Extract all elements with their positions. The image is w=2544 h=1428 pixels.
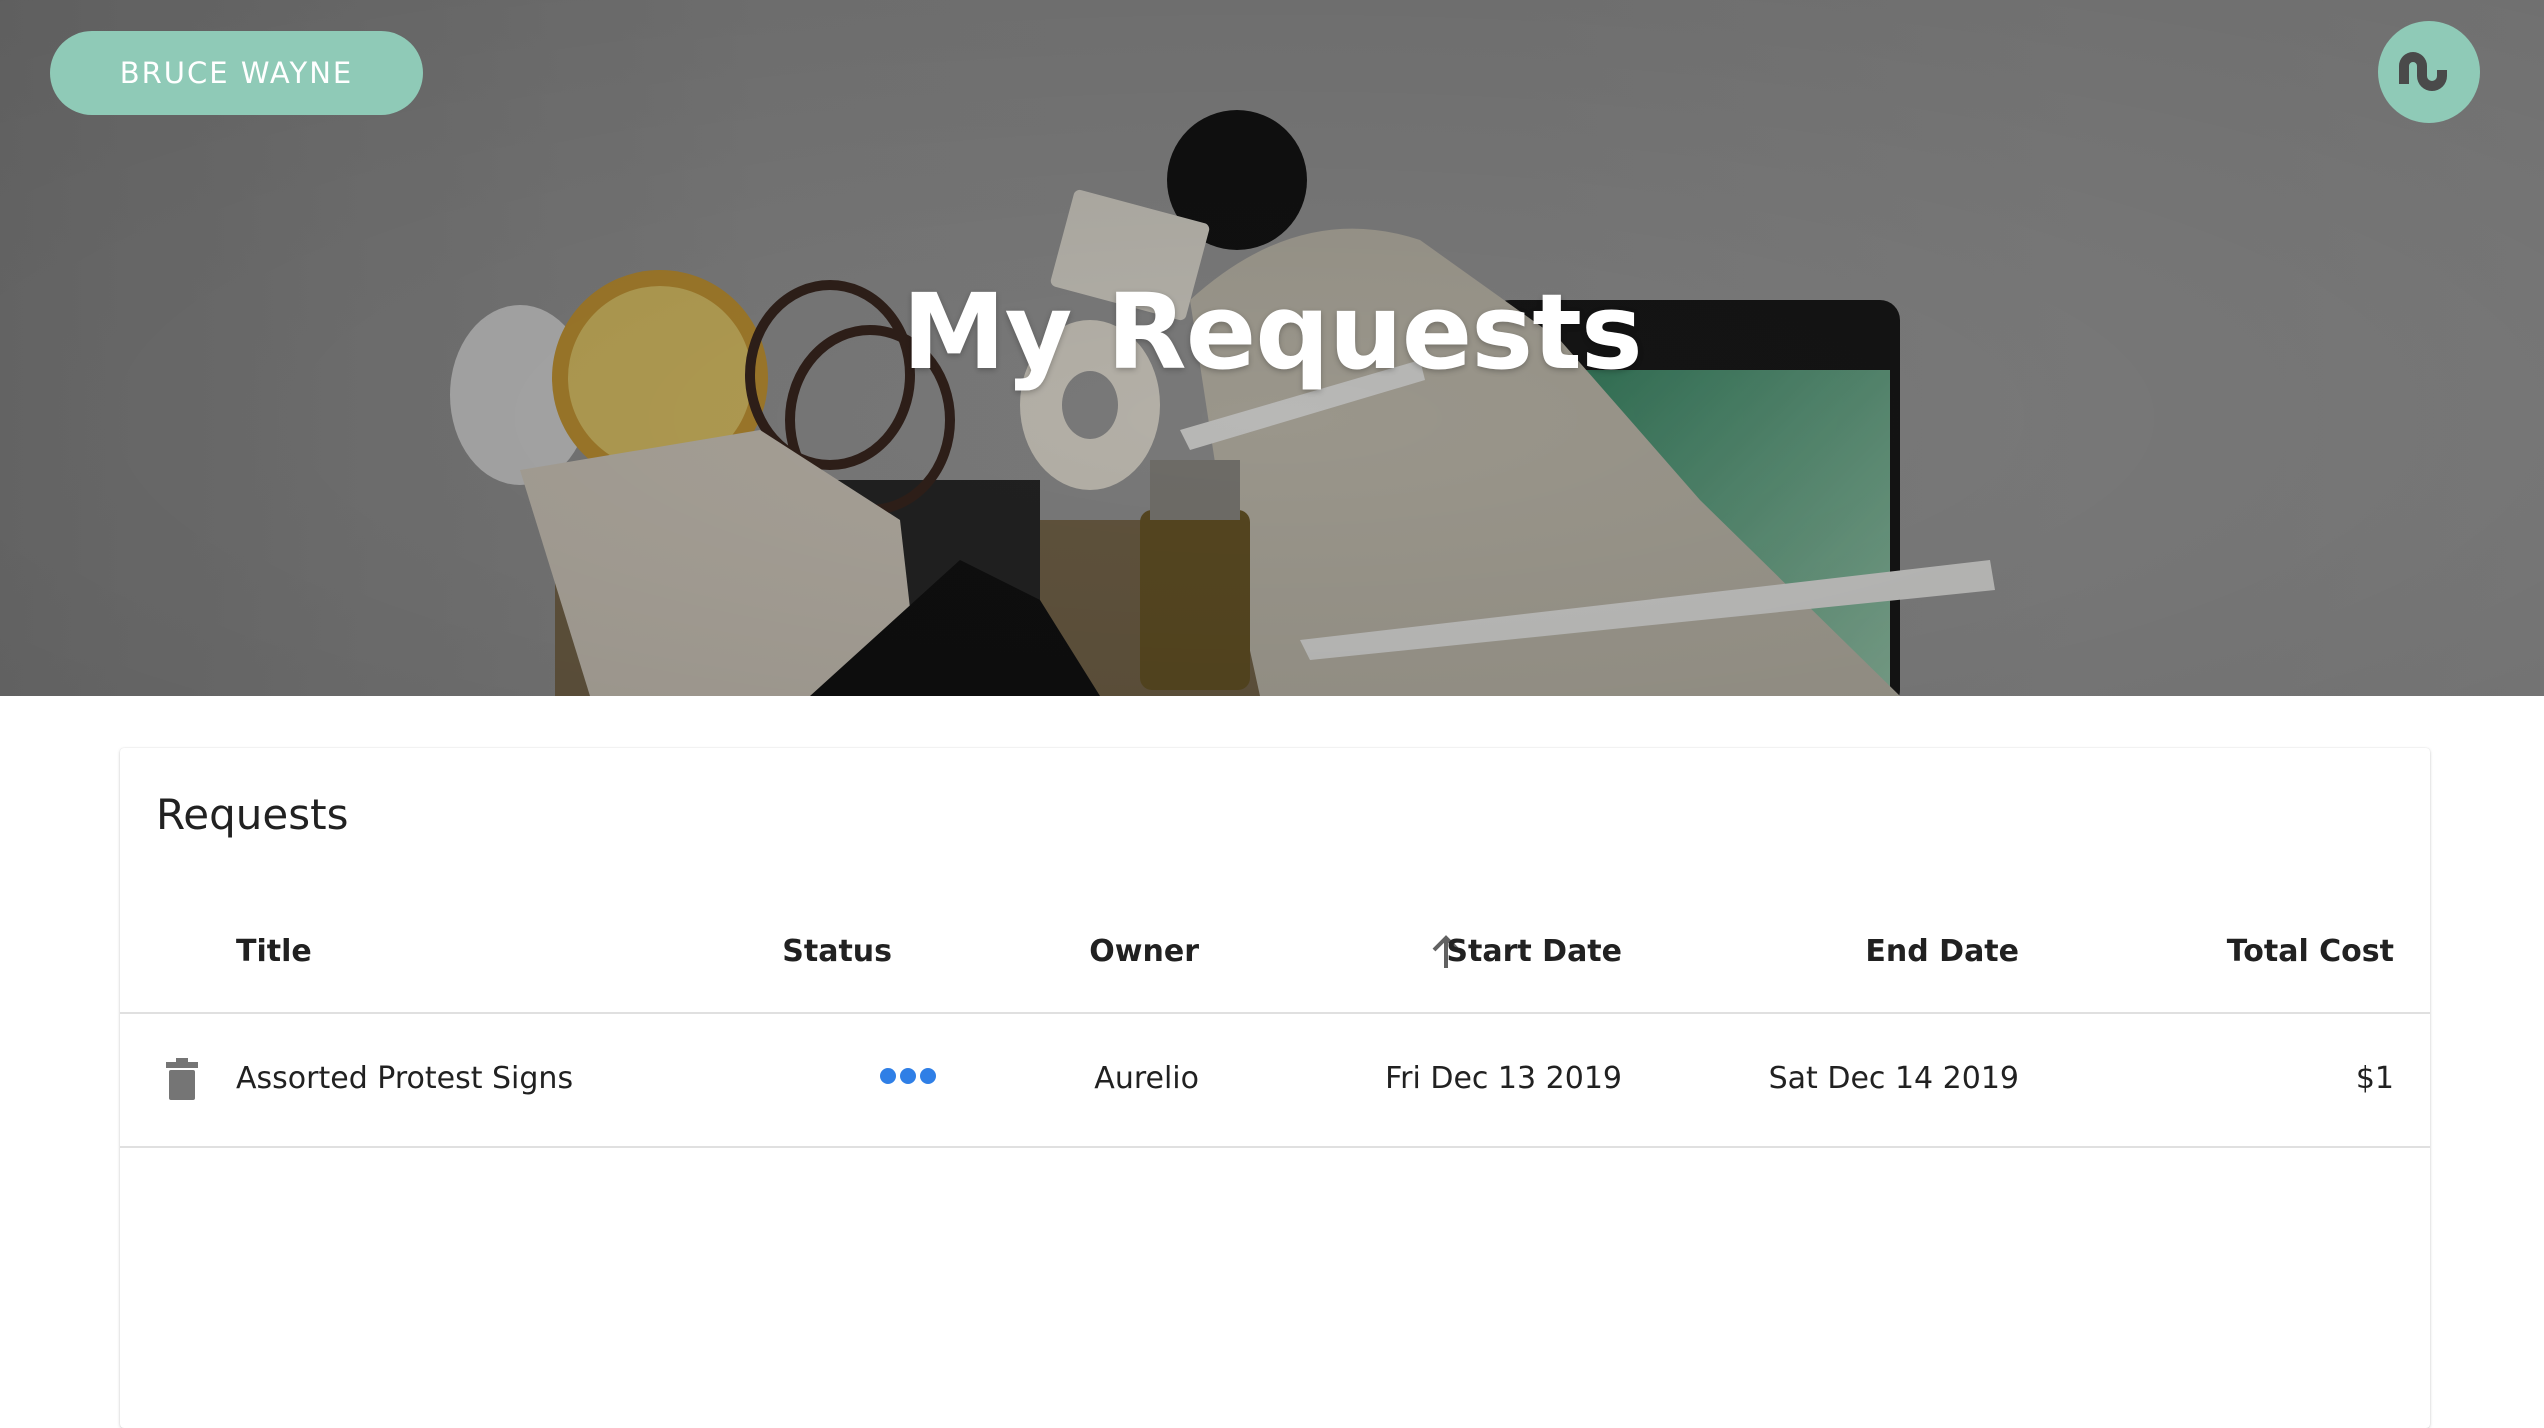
status-dot: [920, 1068, 936, 1084]
stumbleupon-icon[interactable]: [2378, 21, 2480, 123]
request-title[interactable]: Assorted Protest Signs: [236, 1061, 573, 1096]
status-dot: [900, 1068, 916, 1084]
request-start-date: Fri Dec 13 2019: [1385, 1061, 1622, 1096]
row-divider: [120, 1146, 2430, 1148]
hero-banner: My Requests BRUCE WAYNE: [0, 0, 2544, 696]
request-total-cost: $1: [2355, 1061, 2394, 1096]
card-title: Requests: [156, 790, 349, 839]
column-header-status[interactable]: Status: [782, 934, 892, 969]
column-header-end-date[interactable]: End Date: [1865, 934, 2019, 969]
requests-card: Requests Title Status Owner Start Date E…: [120, 748, 2430, 1428]
pending-dots-icon: [880, 1066, 936, 1086]
stumbleupon-logo-glyph: [2399, 52, 2447, 91]
column-header-owner[interactable]: Owner: [1089, 934, 1199, 969]
header-divider: [120, 1012, 2430, 1014]
request-end-date: Sat Dec 14 2019: [1768, 1061, 2019, 1096]
column-header-start-date[interactable]: Start Date: [1446, 934, 1622, 969]
column-header-total-cost[interactable]: Total Cost: [2227, 934, 2394, 969]
request-owner: Aurelio: [1094, 1061, 1199, 1096]
user-menu-button[interactable]: BRUCE WAYNE: [50, 31, 423, 115]
column-header-title[interactable]: Title: [236, 934, 312, 969]
trash-icon[interactable]: [164, 1058, 200, 1100]
page-title: My Requests: [902, 271, 1643, 393]
status-dot: [880, 1068, 896, 1084]
